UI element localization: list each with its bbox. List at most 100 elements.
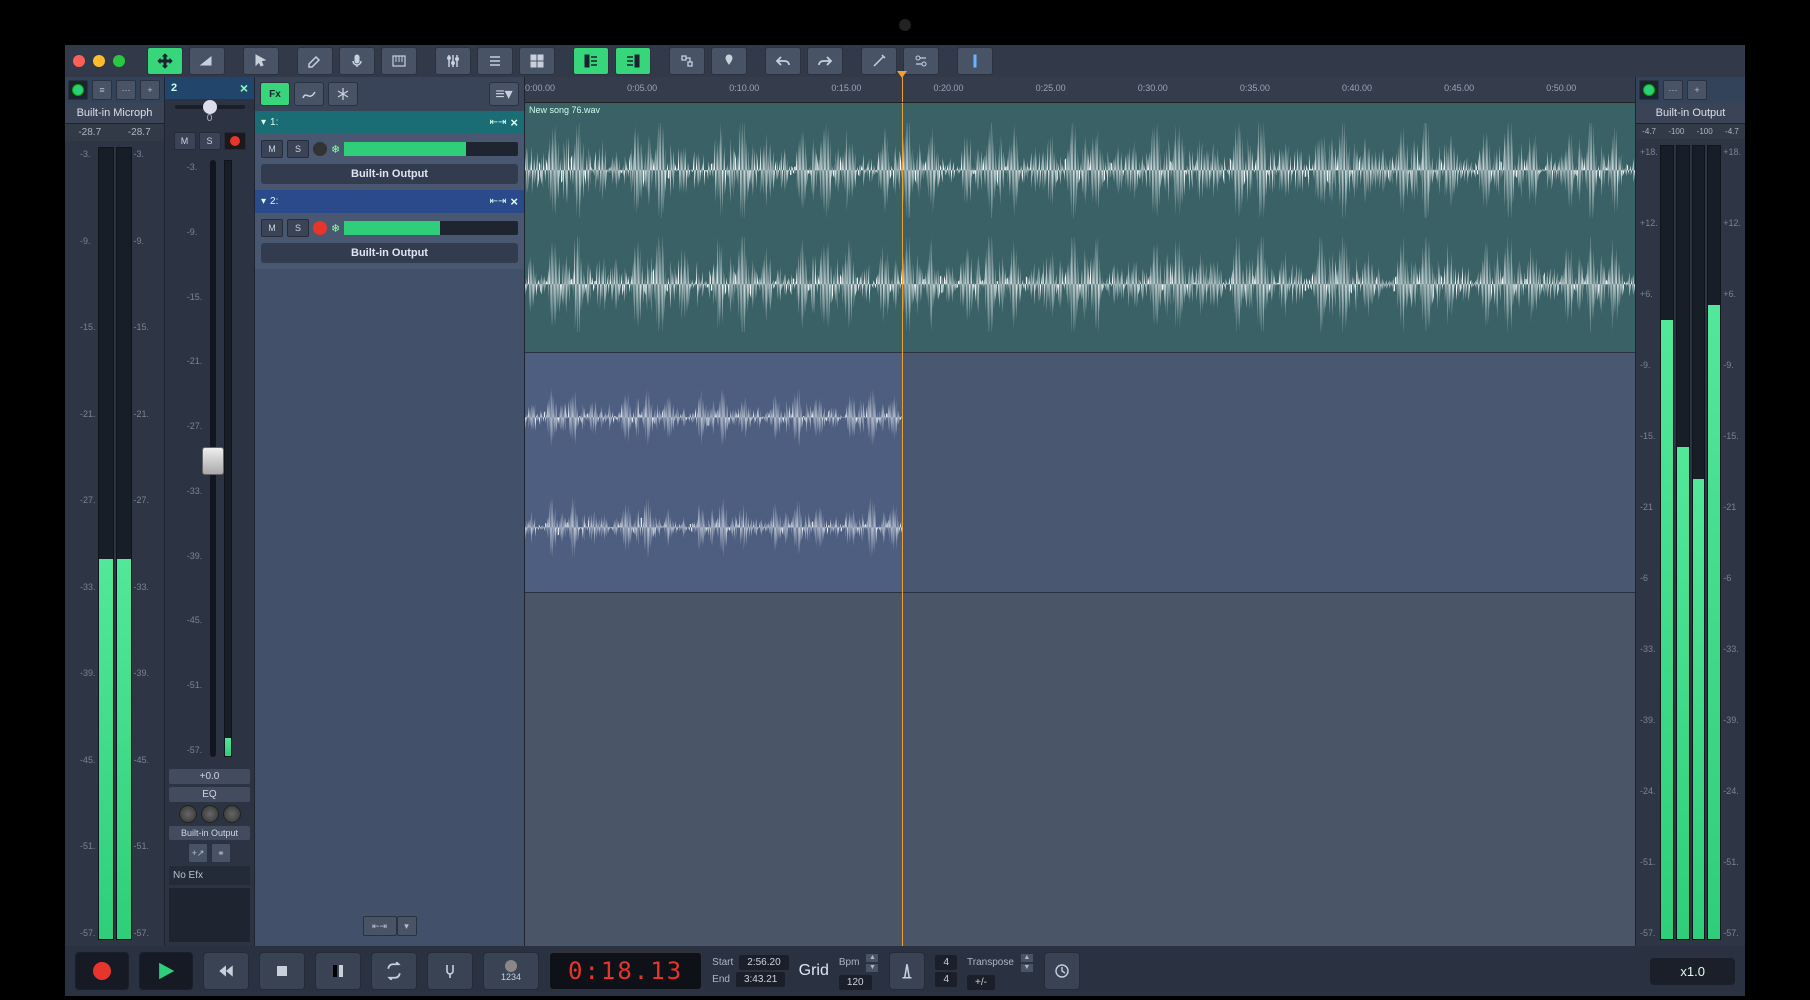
metronome-icon[interactable] — [889, 952, 925, 990]
channel-rec[interactable] — [224, 132, 246, 150]
stop-button[interactable] — [259, 952, 305, 990]
audio-clip-2[interactable] — [525, 353, 902, 592]
input-menu-icon[interactable]: ⋯ — [116, 80, 136, 100]
pause-button[interactable] — [315, 952, 361, 990]
audio-clip-1[interactable]: New song 76.wav — [525, 103, 1635, 352]
close-window[interactable] — [73, 55, 85, 67]
output-title: Built-in Output — [1636, 103, 1745, 124]
marker-tool[interactable] — [711, 47, 747, 75]
track-lane-2[interactable] — [525, 353, 1635, 593]
redo-button[interactable] — [807, 47, 843, 75]
collapse-menu[interactable]: ▾ — [397, 916, 417, 936]
bpm-down[interactable]: ▼ — [865, 963, 879, 973]
grid-tool[interactable] — [519, 47, 555, 75]
move-tool[interactable] — [147, 47, 183, 75]
time-ruler[interactable]: 0:00.000:05.000:10.000:15.000:20.000:25.… — [525, 77, 1635, 103]
clock-icon[interactable] — [1044, 952, 1080, 990]
track-menu-icon[interactable]: ≡▾ — [489, 82, 519, 106]
track-arm[interactable] — [313, 142, 327, 156]
track-output[interactable]: Built-in Output — [261, 243, 518, 263]
output-mixer-strip: ⋯ + Built-in Output -4.7-100-100-4.7 +18… — [1635, 77, 1745, 946]
timesig-den[interactable]: 4 — [935, 972, 957, 987]
track-close[interactable]: × — [510, 194, 518, 209]
channel-output[interactable]: Built-in Output — [169, 826, 250, 840]
track-output[interactable]: Built-in Output — [261, 164, 518, 184]
playhead[interactable] — [902, 77, 903, 102]
track-lane-1[interactable]: New song 76.wav — [525, 103, 1635, 353]
track-header[interactable]: ▾2:⇤⇥× — [255, 190, 524, 213]
track-close[interactable]: × — [510, 115, 518, 130]
transpose-up[interactable]: ▲ — [1020, 953, 1034, 963]
link-icon[interactable]: ⚭ — [211, 843, 231, 863]
end-value[interactable]: 3:43.21 — [736, 972, 785, 987]
collapse-icon[interactable]: ⇤⇥ — [363, 916, 397, 936]
channel-meter — [224, 160, 232, 757]
input-add[interactable]: + — [140, 80, 160, 100]
timesig-num[interactable]: 4 — [935, 955, 957, 970]
loop-button[interactable] — [371, 952, 417, 990]
fade-tool[interactable] — [189, 47, 225, 75]
input-list-icon[interactable]: ≡ — [92, 80, 112, 100]
snap-right-tool[interactable] — [615, 47, 651, 75]
fx-button[interactable]: Fx — [260, 82, 290, 106]
input-arm[interactable] — [68, 80, 88, 100]
add-send[interactable]: +↗ — [188, 843, 208, 863]
time-display[interactable]: 0:18.13 — [549, 952, 702, 990]
minimize-window[interactable] — [93, 55, 105, 67]
fx-tool[interactable] — [903, 47, 939, 75]
wand-tool[interactable] — [861, 47, 897, 75]
grid-label[interactable]: Grid — [799, 962, 829, 980]
automation-icon[interactable] — [294, 82, 324, 106]
knob-2[interactable] — [201, 805, 219, 823]
track-mute[interactable]: M — [261, 140, 283, 158]
no-efx-slot[interactable]: No Efx — [169, 866, 250, 885]
playhead-line — [902, 103, 903, 946]
bpm-up[interactable]: ▲ — [865, 953, 879, 963]
tuning-fork-icon[interactable] — [427, 952, 473, 990]
eq-button[interactable]: EQ — [169, 787, 250, 802]
webcam — [899, 19, 911, 31]
track-volume[interactable] — [344, 221, 518, 235]
track-solo[interactable]: S — [287, 140, 309, 158]
knob-1[interactable] — [179, 805, 197, 823]
output-add[interactable]: + — [1687, 80, 1707, 100]
snap-left-tool[interactable] — [573, 47, 609, 75]
track-volume[interactable] — [344, 142, 518, 156]
freeze-icon[interactable] — [328, 82, 358, 106]
fx-slot-empty[interactable] — [169, 888, 250, 942]
undo-button[interactable] — [765, 47, 801, 75]
route-tool[interactable] — [669, 47, 705, 75]
channel-fader[interactable] — [210, 160, 216, 757]
midi-tool[interactable] — [381, 47, 417, 75]
maximize-window[interactable] — [113, 55, 125, 67]
output-menu-icon[interactable]: ⋯ — [1663, 80, 1683, 100]
output-arm[interactable] — [1639, 80, 1659, 100]
channel-solo[interactable]: S — [199, 132, 221, 150]
count-in-button[interactable]: 1234 — [483, 952, 539, 990]
pointer-tool[interactable] — [243, 47, 279, 75]
pan-slider[interactable] — [175, 105, 245, 109]
track-number: 2: — [270, 196, 278, 207]
rewind-button[interactable] — [203, 952, 249, 990]
track-mute[interactable]: M — [261, 219, 283, 237]
record-button[interactable] — [75, 952, 129, 990]
channel-strip: 2× 0 M S -3.-9.-15.-21.-27.-33.-39.-45.-… — [165, 77, 255, 946]
pan-value: 0 — [207, 113, 213, 124]
list-tool[interactable] — [477, 47, 513, 75]
track-header[interactable]: ▾1:⇤⇥× — [255, 111, 524, 134]
mixer-tool[interactable] — [435, 47, 471, 75]
start-value[interactable]: 2:56.20 — [739, 955, 788, 970]
info-tool[interactable] — [957, 47, 993, 75]
draw-tool[interactable] — [297, 47, 333, 75]
track-solo[interactable]: S — [287, 219, 309, 237]
play-button[interactable] — [139, 952, 193, 990]
track-arm[interactable] — [313, 221, 327, 235]
channel-close[interactable]: × — [240, 80, 248, 96]
zoom-display[interactable]: x1.0 — [1650, 958, 1735, 985]
bpm-value[interactable]: 120 — [839, 975, 872, 990]
channel-mute[interactable]: M — [174, 132, 196, 150]
knob-3[interactable] — [223, 805, 241, 823]
mic-tool[interactable] — [339, 47, 375, 75]
transpose-value[interactable]: +/- — [967, 975, 995, 990]
transpose-down[interactable]: ▼ — [1020, 963, 1034, 973]
